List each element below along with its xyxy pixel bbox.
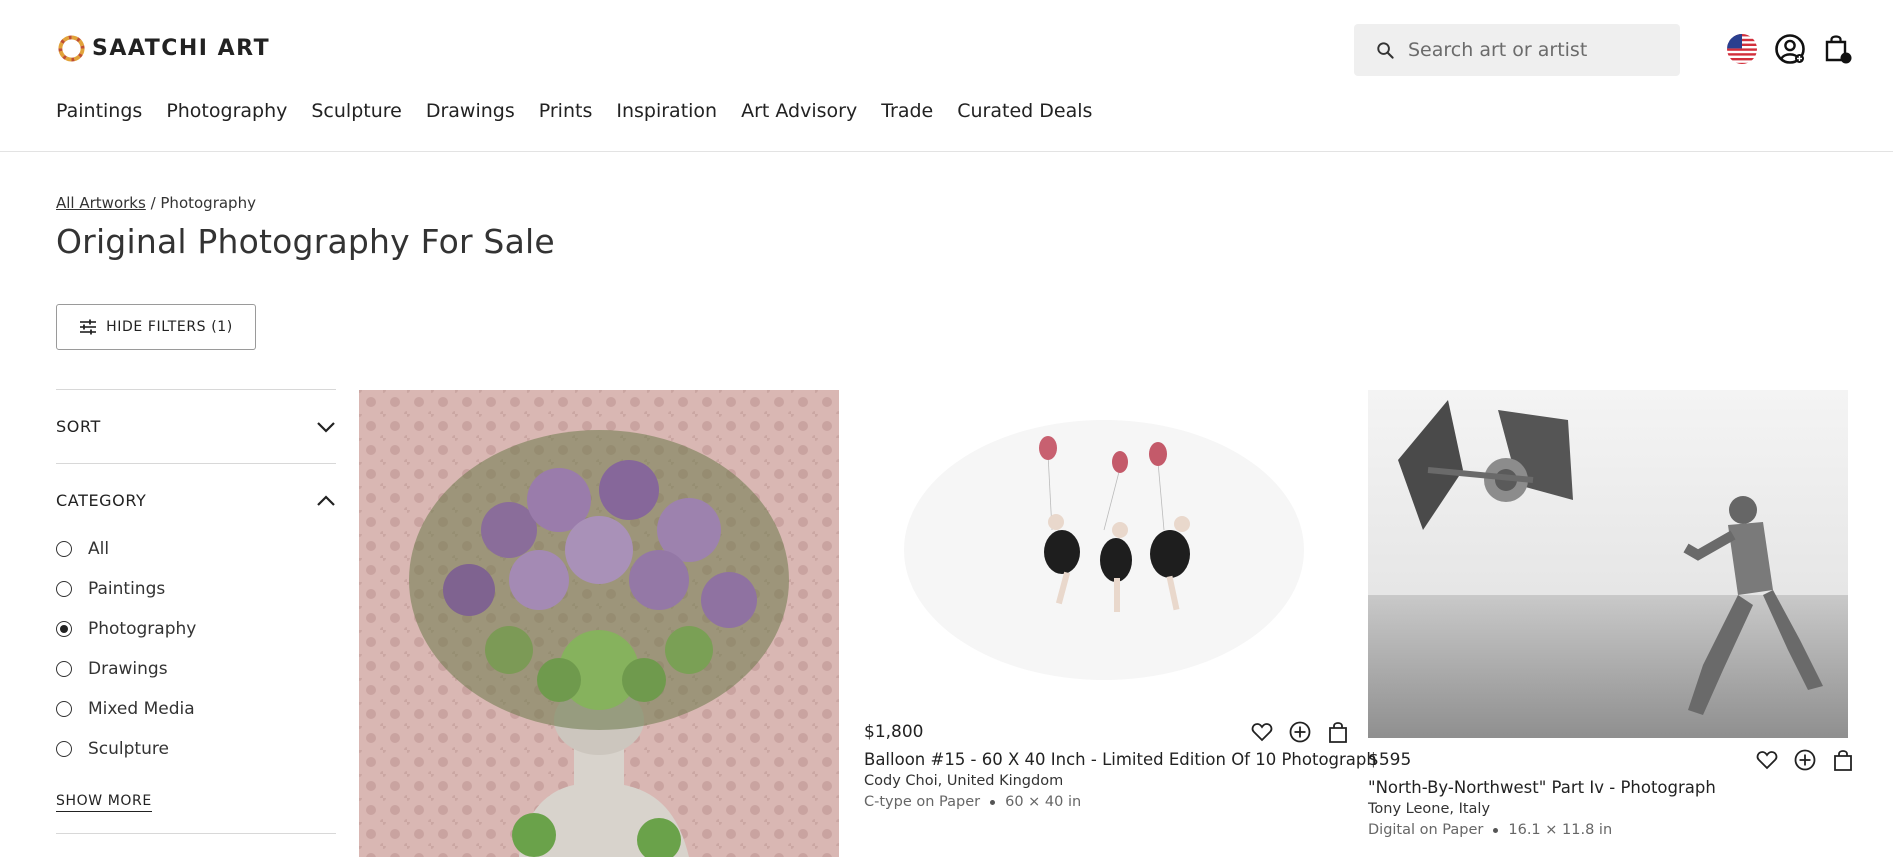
category-option-label: Mixed Media (88, 699, 195, 719)
artwork-size: 16.1 × 11.8 in (1508, 822, 1613, 838)
category-label: CATEGORY (56, 491, 147, 510)
category-option-mixed-media[interactable]: Mixed Media (56, 689, 336, 729)
artwork-medium: Digital on Paper (1368, 822, 1484, 838)
cart-count: 0 (1864, 53, 1870, 62)
category-list: All Paintings Photography Drawings Mixed… (56, 529, 336, 769)
page-title: Original Photography For Sale (56, 222, 555, 261)
category-option-drawings[interactable]: Drawings (56, 649, 336, 689)
chevron-down-icon (317, 421, 335, 433)
logo-ring-icon (58, 35, 85, 62)
category-option-label: Sculpture (88, 739, 169, 759)
radio-button-selected[interactable] (56, 621, 72, 637)
category-option-label: All (88, 539, 110, 559)
sort-label: SORT (56, 417, 101, 436)
search-input[interactable] (1408, 39, 1668, 61)
separator-dot (1493, 827, 1499, 833)
artwork-image-north-by-northwest[interactable] (1368, 390, 1848, 738)
artwork-image-flowers[interactable] (359, 390, 839, 857)
radio-button[interactable] (56, 661, 72, 677)
brand-name: SAATCHI ART (92, 36, 271, 61)
nav-prints[interactable]: Prints (539, 100, 593, 122)
add-to-collection-icon[interactable] (1793, 748, 1817, 772)
artwork-title[interactable]: "North-By-Northwest" Part Iv - Photograp… (1368, 778, 1716, 797)
breadcrumb: All Artworks / Photography (56, 194, 256, 212)
chevron-up-icon (317, 494, 335, 506)
category-option-sculpture[interactable]: Sculpture (56, 729, 336, 769)
category-option-label: Photography (88, 619, 197, 639)
nav-art-advisory[interactable]: Art Advisory (741, 100, 857, 122)
category-section: CATEGORY All Paintings Photography Drawi… (56, 463, 336, 812)
header-icons: 0 (1726, 33, 1870, 65)
category-option-label: Paintings (88, 579, 166, 599)
main-nav: Paintings Photography Sculpture Drawings… (56, 100, 1116, 122)
nav-curated-deals[interactable]: Curated Deals (957, 100, 1092, 122)
artwork-price: $595 (1368, 750, 1412, 770)
nav-sculpture[interactable]: Sculpture (311, 100, 401, 122)
sidebar-divider (56, 833, 336, 834)
category-option-all[interactable]: All (56, 529, 336, 569)
filter-sliders-icon (80, 319, 97, 335)
filter-sidebar: SORT CATEGORY All Paintings Photography … (56, 389, 336, 834)
favorite-heart-icon[interactable] (1755, 748, 1779, 772)
add-to-cart-icon[interactable] (1326, 720, 1350, 744)
add-to-collection-icon[interactable] (1288, 720, 1312, 744)
nav-trade[interactable]: Trade (881, 100, 933, 122)
cart-icon[interactable] (1822, 33, 1854, 65)
nav-paintings[interactable]: Paintings (56, 100, 142, 122)
category-toggle[interactable]: CATEGORY (56, 464, 336, 537)
artwork-actions (1755, 748, 1855, 772)
north-by-northwest-image (1368, 390, 1848, 738)
hide-filters-label: HIDE FILTERS (1) (106, 319, 233, 335)
artwork-meta: Digital on Paper 16.1 × 11.8 in (1368, 822, 1716, 838)
artwork-image-balloon[interactable] (864, 390, 1344, 710)
artwork-meta: C-type on Paper 60 × 40 in (864, 794, 1377, 810)
add-to-cart-icon[interactable] (1831, 748, 1855, 772)
nav-inspiration[interactable]: Inspiration (616, 100, 717, 122)
artwork-title[interactable]: Balloon #15 - 60 X 40 Inch - Limited Edi… (864, 750, 1377, 769)
flower-portrait-image (359, 390, 839, 857)
artwork-artist[interactable]: Cody Choi, United Kingdom (864, 773, 1377, 789)
nav-drawings[interactable]: Drawings (426, 100, 515, 122)
radio-button[interactable] (56, 741, 72, 757)
category-option-photography[interactable]: Photography (56, 609, 336, 649)
favorite-heart-icon[interactable] (1250, 720, 1274, 744)
account-icon[interactable] (1774, 33, 1806, 65)
breadcrumb-all-artworks[interactable]: All Artworks (56, 194, 146, 212)
breadcrumb-separator: / (145, 194, 161, 212)
artwork-artist[interactable]: Tony Leone, Italy (1368, 801, 1716, 817)
nav-photography[interactable]: Photography (166, 100, 287, 122)
show-more-link[interactable]: SHOW MORE (56, 793, 152, 812)
artwork-size: 60 × 40 in (1005, 794, 1082, 810)
artwork-medium: C-type on Paper (864, 794, 981, 810)
breadcrumb-current: Photography (160, 194, 256, 212)
category-option-label: Drawings (88, 659, 168, 679)
balloon-dancers-image (864, 390, 1344, 710)
artwork-card-north-by-northwest: $595 "North-By-Northwest" Part Iv - Phot… (1368, 750, 1716, 838)
separator-dot (990, 799, 996, 805)
radio-button[interactable] (56, 541, 72, 557)
us-flag-icon[interactable] (1726, 33, 1758, 65)
radio-button[interactable] (56, 701, 72, 717)
search-bar[interactable] (1354, 24, 1680, 76)
sort-section: SORT (56, 389, 336, 463)
site-header: SAATCHI ART Search art or artist 0 Paint… (0, 0, 1893, 152)
category-option-paintings[interactable]: Paintings (56, 569, 336, 609)
artwork-actions (1250, 720, 1350, 744)
hide-filters-button[interactable]: HIDE FILTERS (1) (56, 304, 256, 350)
saatchi-logo[interactable]: SAATCHI ART (57, 34, 270, 63)
search-icon (1377, 41, 1394, 59)
sort-toggle[interactable]: SORT (56, 390, 336, 463)
radio-button[interactable] (56, 581, 72, 597)
